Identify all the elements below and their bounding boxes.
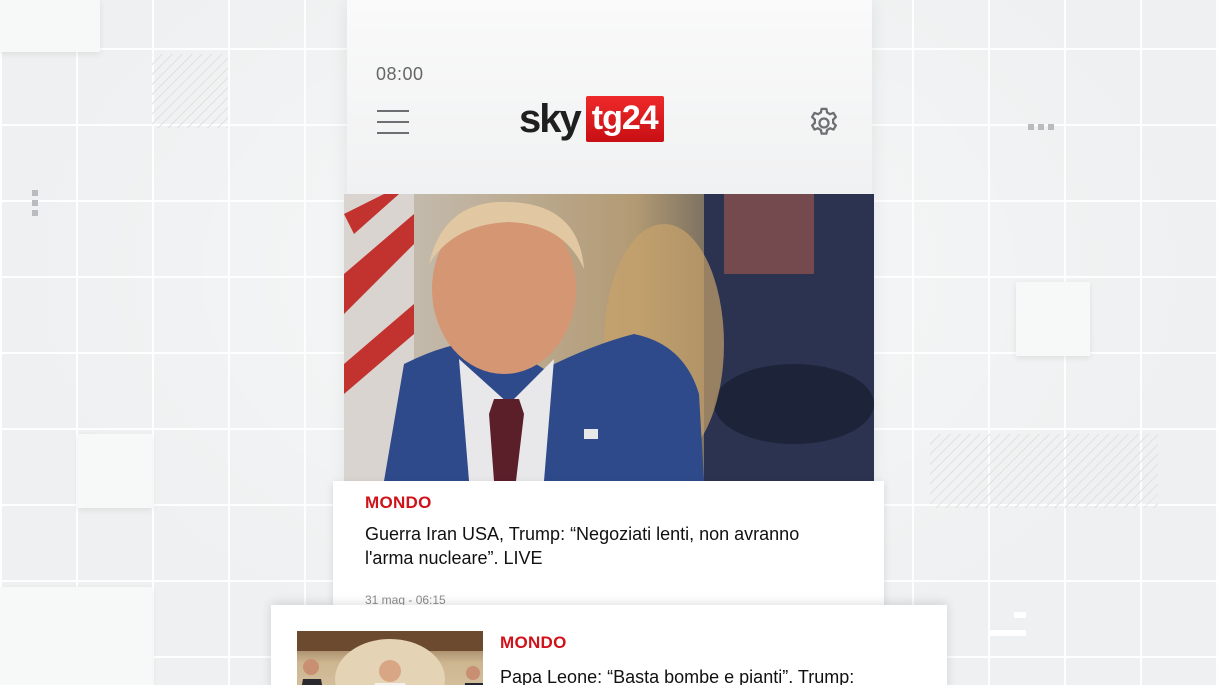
background-dash (990, 630, 1026, 636)
logo-tg24: tg24 (585, 96, 664, 142)
background-tile (1016, 282, 1090, 356)
background-dash (1014, 612, 1026, 618)
background-tile (0, 587, 152, 685)
gear-icon[interactable] (807, 106, 841, 140)
article-card[interactable]: MONDO Guerra Iran USA, Trump: “Negoziati… (333, 481, 884, 607)
logo-sky: sky (519, 97, 582, 141)
background-dots (32, 190, 38, 216)
background-hatch (930, 434, 1158, 508)
article-thumbnail[interactable] (297, 631, 483, 685)
background-hatch (152, 54, 228, 128)
app-logo: sky tg24 (519, 96, 664, 142)
status-time: 08:00 (376, 64, 424, 84)
article-section: MONDO (365, 493, 432, 512)
background-tile (78, 434, 152, 508)
article-card[interactable]: MONDO Papa Leone: “Basta bombe e pianti”… (271, 605, 947, 685)
article-section: MONDO (500, 633, 567, 652)
app-header: 08:00 sky tg24 (347, 0, 872, 195)
hero-photo (344, 194, 874, 481)
article-hero-image[interactable] (344, 194, 874, 481)
hamburger-menu-icon[interactable] (377, 110, 409, 134)
article-headline[interactable]: Guerra Iran USA, Trump: “Negoziati lenti… (365, 522, 845, 570)
background-tile (0, 0, 100, 52)
background-dots (1028, 124, 1054, 130)
thumbnail-photo (297, 631, 483, 685)
article-headline[interactable]: Papa Leone: “Basta bombe e pianti”. Trum… (500, 665, 940, 685)
